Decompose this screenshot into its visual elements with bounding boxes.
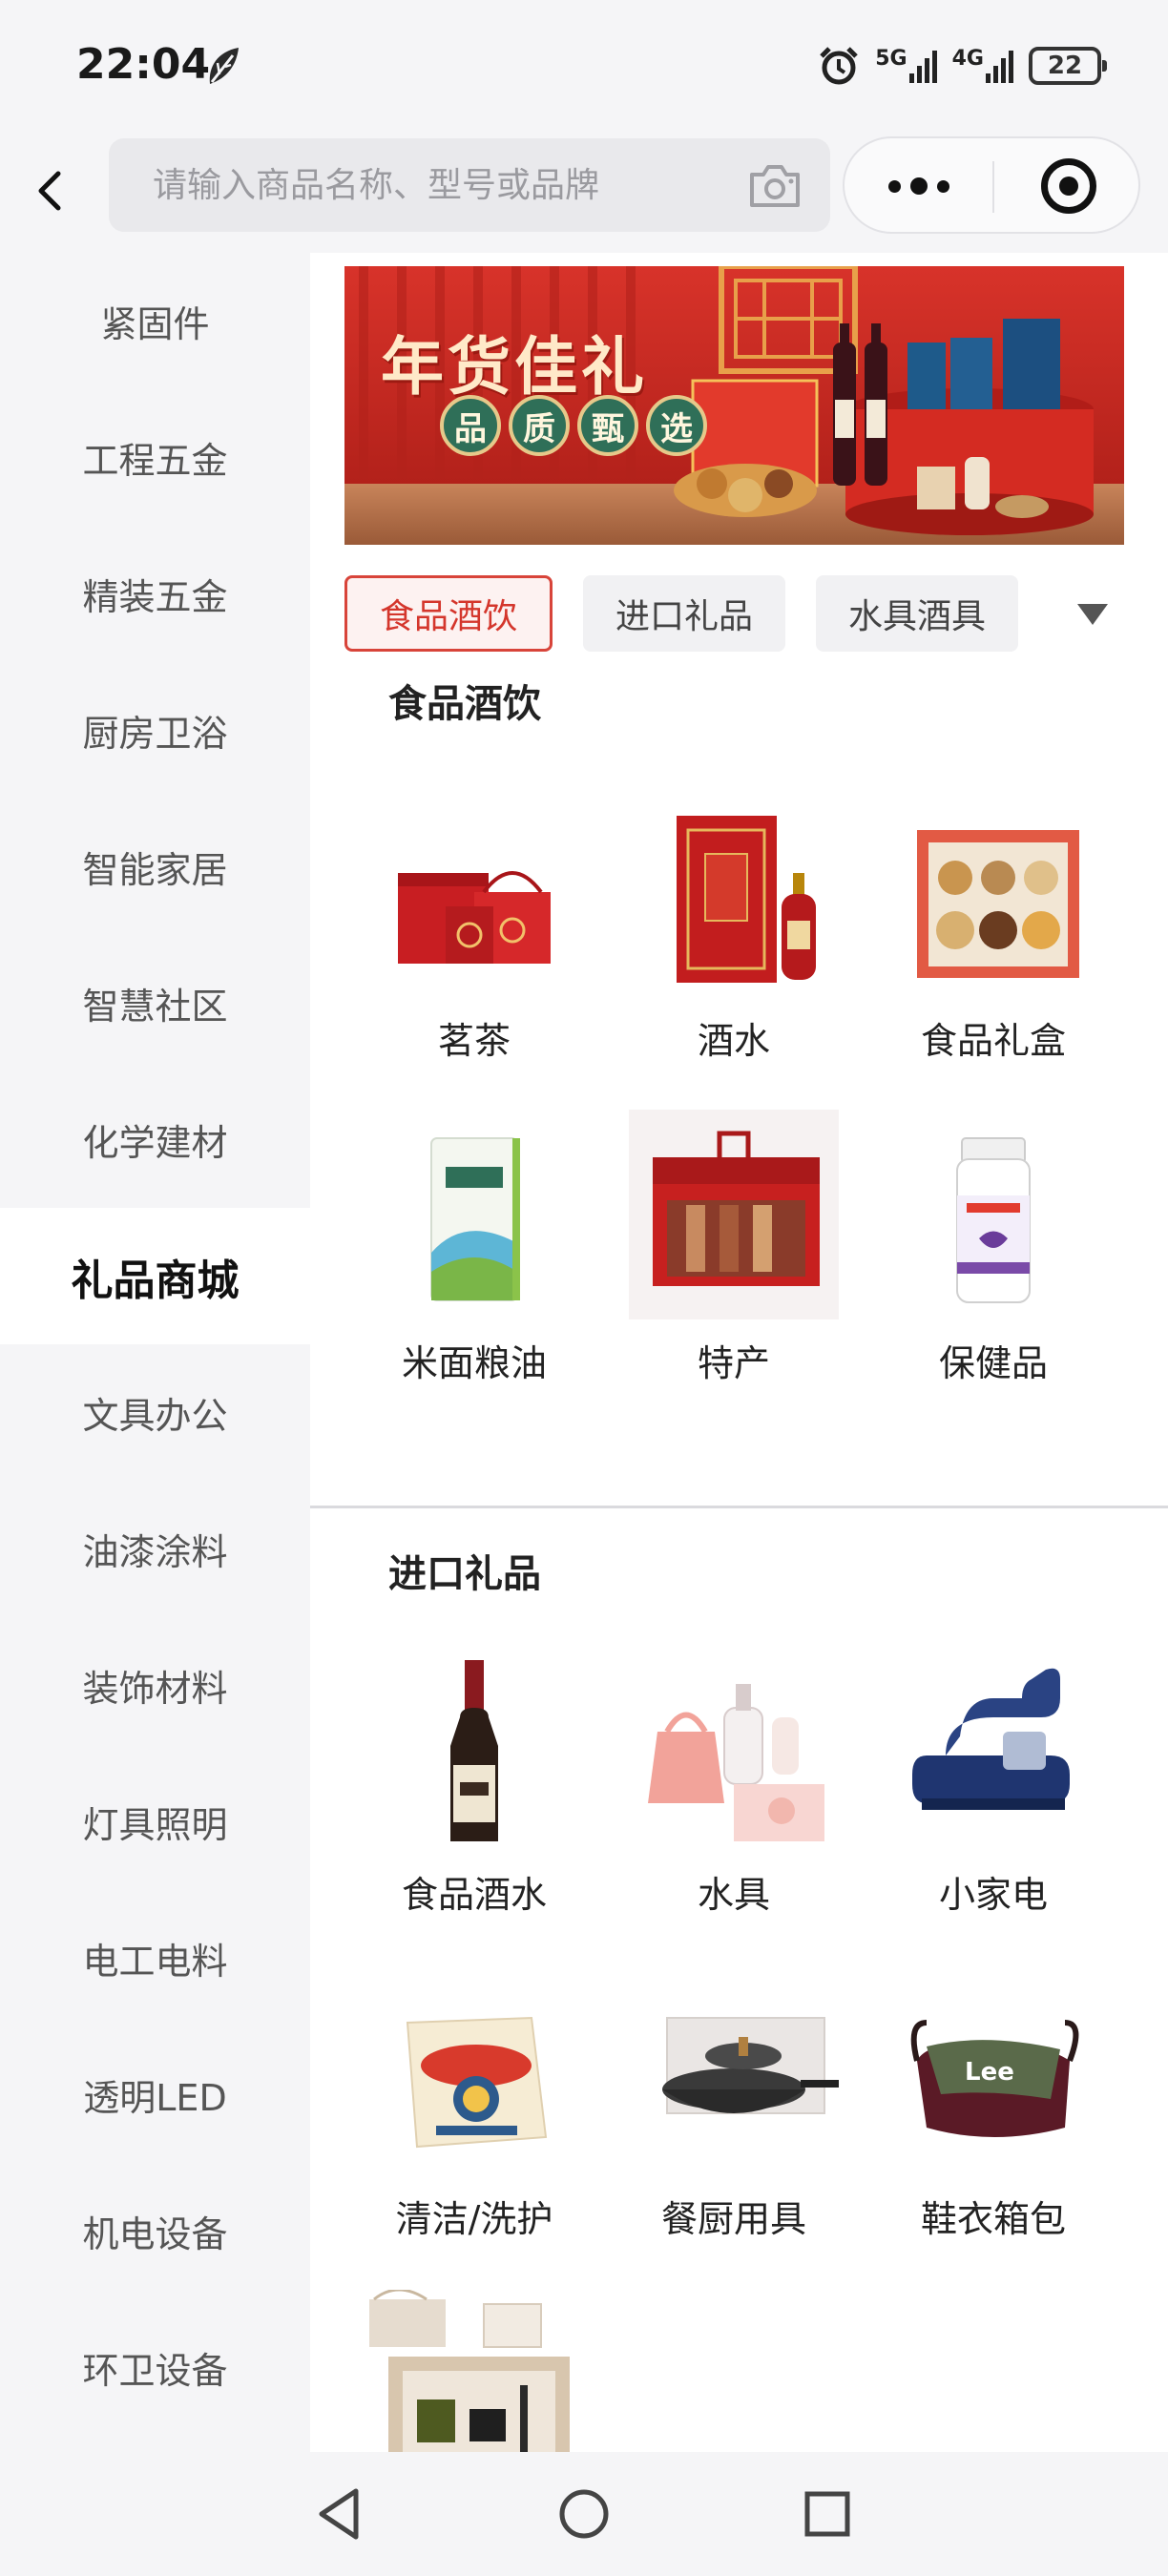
back-arrow-icon: [38, 171, 61, 211]
food-gift-box-image: [917, 830, 1079, 978]
category-item-apparel-bags[interactable]: Lee 鞋衣箱包: [879, 1965, 1108, 2252]
sidebar-item-smart-community[interactable]: 智慧社区: [0, 935, 310, 1071]
category-item-drinkware[interactable]: 水具: [619, 1641, 848, 1927]
signal-icon: [908, 49, 937, 83]
wok-pan-image: [662, 2017, 839, 2114]
category-label: 小家电: [938, 1874, 1048, 1916]
battery-icon: 22: [1029, 47, 1107, 85]
sidebar-item-finishing-hardware[interactable]: 精装五金: [0, 526, 310, 662]
section-divider: [310, 1506, 1168, 1508]
section-title: 进口礼品: [388, 1552, 541, 1596]
target-close-icon: [1040, 158, 1096, 214]
category-item-small-appliances[interactable]: 小家电: [879, 1641, 1108, 1927]
camera-icon[interactable]: [748, 161, 802, 209]
more-dots-icon: [887, 179, 901, 193]
soap-box-image: [406, 2016, 548, 2149]
sidebar-item-sanitation-equipment[interactable]: 环卫设备: [0, 2299, 310, 2436]
more-button[interactable]: [845, 138, 992, 234]
banner-title: 年货佳礼: [381, 329, 648, 404]
tab-food-drinks[interactable]: 食品酒饮: [344, 575, 553, 652]
sidebar-item-decor-materials[interactable]: 装饰材料: [0, 1617, 310, 1754]
tea-gift-box-image: [398, 871, 551, 964]
category-label: 茗茶: [437, 1020, 511, 1062]
sidebar-item-lighting[interactable]: 灯具照明: [0, 1754, 310, 1890]
ham-gift-box-image: [629, 1110, 839, 1319]
back-button[interactable]: [21, 162, 78, 219]
status-bar: 22:04 5G 4G 22: [0, 0, 1168, 134]
liquor-bottle-image: [677, 816, 816, 983]
category-content: 年货佳礼 品 质 甄 选 食品酒饮 进口礼品 水具酒具 食品酒饮 茗茶 酒水 食…: [310, 253, 1168, 2452]
header: [0, 134, 1168, 253]
supplement-bottle-image: [956, 1137, 1031, 1303]
nav-recents-button[interactable]: [794, 2481, 861, 2547]
system-nav-bar: [0, 2452, 1168, 2576]
category-label: 酒水: [697, 1020, 770, 1062]
banner-subtitle: 品 质 甄 选: [440, 395, 707, 456]
category-item-grain-oil[interactable]: 米面粮油: [360, 1110, 589, 1396]
category-label: 保健品: [938, 1342, 1048, 1384]
sidebar-item-stationery[interactable]: 文具办公: [0, 1344, 310, 1481]
category-item-kitchenware[interactable]: 餐厨用具: [619, 1965, 848, 2252]
category-item-cleaning-care[interactable]: 清洁/洗护: [360, 1965, 589, 2252]
category-label: 水具: [697, 1874, 770, 1916]
tab-imported-gifts[interactable]: 进口礼品: [583, 575, 786, 652]
status-time: 22:04: [76, 40, 211, 89]
nav-home-button[interactable]: [551, 2481, 617, 2547]
search-input[interactable]: [153, 138, 725, 232]
sidebar-item-fasteners[interactable]: 紧固件: [0, 253, 310, 389]
svg-text:Lee: Lee: [965, 2058, 1014, 2087]
section-title: 食品酒饮: [388, 682, 541, 726]
sidebar-item-electrical[interactable]: 电工电料: [0, 1890, 310, 2026]
sidebar-item-engineering-hardware[interactable]: 工程五金: [0, 389, 310, 526]
shoulder-bag-image: Lee: [910, 2020, 1079, 2137]
category-label: 鞋衣箱包: [920, 2198, 1066, 2240]
promo-banner[interactable]: 年货佳礼 品 质 甄 选: [344, 266, 1124, 545]
sidebar-item-transparent-led[interactable]: 透明LED: [0, 2026, 310, 2163]
rice-bag-image: [430, 1137, 520, 1301]
gift-set-image: [369, 2290, 570, 2452]
nav-back-button[interactable]: [305, 2481, 372, 2547]
search-box[interactable]: [109, 138, 830, 232]
category-item-tea[interactable]: 茗茶: [360, 787, 589, 1073]
water-bottle-set-image: [648, 1684, 824, 1841]
signal-4g: 4G: [952, 49, 1013, 83]
home-circle-icon: [559, 2489, 609, 2539]
subcategory-tabs: 食品酒饮 进口礼品 水具酒具: [344, 575, 1019, 652]
signal-5g: 5G: [875, 49, 937, 83]
expand-tabs-icon[interactable]: [1074, 596, 1112, 631]
tab-drinkware[interactable]: 水具酒具: [816, 575, 1019, 652]
category-sidebar: 紧固件 工程五金 精装五金 厨房卫浴 智能家居 智慧社区 化学建材 礼品商城 文…: [0, 253, 310, 2452]
mini-program-capsule: [843, 136, 1140, 234]
sidebar-item-gift-mall[interactable]: 礼品商城: [0, 1208, 310, 1344]
sidebar-item-smart-home[interactable]: 智能家居: [0, 799, 310, 935]
sidebar-item-mep-equipment[interactable]: 机电设备: [0, 2163, 310, 2299]
sidebar-item-kitchen-bath[interactable]: 厨房卫浴: [0, 662, 310, 799]
close-mini-program-button[interactable]: [994, 138, 1142, 234]
category-label: 特产: [697, 1342, 770, 1384]
category-label: 清洁/洗护: [395, 2198, 553, 2240]
category-label: 餐厨用具: [660, 2198, 806, 2240]
category-label: 食品酒水: [401, 1874, 547, 1916]
recents-square-icon: [804, 2491, 850, 2537]
category-item-gift-set[interactable]: [360, 2290, 589, 2452]
category-item-health[interactable]: 保健品: [879, 1110, 1108, 1396]
sidebar-item-paints[interactable]: 油漆涂料: [0, 1481, 310, 1617]
category-label: 食品礼盒: [920, 1020, 1066, 1062]
category-label: 米面粮油: [401, 1342, 547, 1384]
mite-vacuum-image: [912, 1668, 1070, 1810]
category-item-specialty[interactable]: 特产: [619, 1110, 848, 1396]
signal-icon: [986, 49, 1013, 83]
sidebar-item-chemical-materials[interactable]: 化学建材: [0, 1071, 310, 1208]
back-triangle-icon: [319, 2488, 359, 2540]
wine-bottle-image: [450, 1660, 498, 1841]
category-item-imported-food-wine[interactable]: 食品酒水: [360, 1641, 589, 1927]
category-item-food-gift-box[interactable]: 食品礼盒: [879, 787, 1108, 1073]
alarm-icon: [820, 47, 859, 85]
leaf-icon: [209, 48, 239, 84]
category-item-liquor[interactable]: 酒水: [619, 787, 848, 1073]
